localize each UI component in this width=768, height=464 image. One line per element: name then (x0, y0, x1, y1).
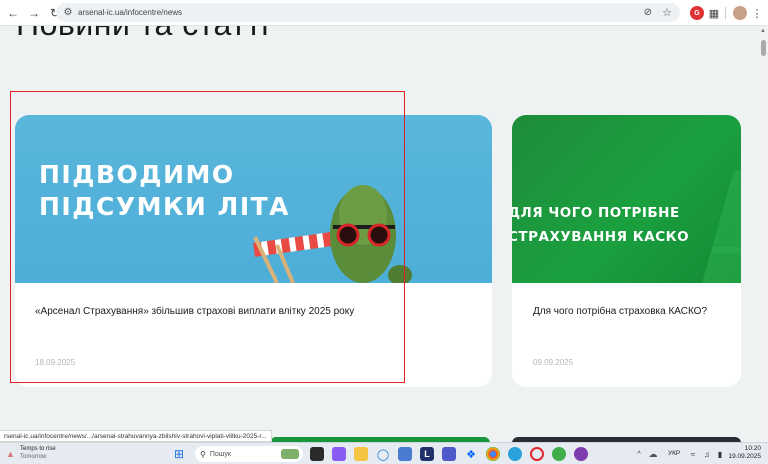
task-view-icon[interactable] (310, 447, 324, 461)
tray-chevron-icon[interactable]: ^ (632, 447, 646, 461)
toolbar-divider (725, 7, 726, 19)
language-indicator[interactable]: УКР (668, 450, 680, 457)
utorrent-icon[interactable] (552, 447, 566, 461)
url-text[interactable]: arsenal-ic.ua/infocentre/news (78, 8, 182, 17)
clock-time: 10:20 (744, 445, 761, 452)
wifi-icon[interactable]: ≈ (686, 447, 700, 461)
weather-title: Temps to rise (20, 446, 56, 452)
address-bar[interactable]: ⚙ arsenal-ic.ua/infocentre/news ⊘ ☆ (56, 3, 680, 22)
battery-icon[interactable]: ▮ (713, 447, 727, 461)
thermometer-icon: ▲ (6, 448, 15, 459)
opera-icon[interactable] (530, 447, 544, 461)
volume-icon[interactable]: ♫ (700, 447, 714, 461)
news-card[interactable]: ДЛЯ ЧОГО ПОТРІБНЕ СТРАХУВАННЯ КАСКО Для … (512, 115, 741, 387)
teams-icon[interactable] (442, 447, 456, 461)
star-icon[interactable]: ☆ (662, 6, 672, 19)
news-card-date: 18.09.2025 (35, 358, 76, 367)
news-card-image[interactable]: ДЛЯ ЧОГО ПОТРІБНЕ СТРАХУВАННЯ КАСКО (512, 115, 741, 283)
page-scrollbar[interactable]: ▲ (759, 26, 768, 438)
search-placeholder: Пошук (209, 450, 231, 458)
windows-taskbar: ▲ Temps to rise Tomorrow ⊞ ⚲ Пошук ◯ L ❖… (0, 442, 768, 464)
windows-start-icon[interactable]: ⊞ (172, 447, 186, 461)
extension-badge-icon[interactable]: G (690, 6, 704, 20)
menu-icon[interactable]: ⋮ (750, 6, 764, 20)
edge-icon[interactable]: ◯ (376, 447, 390, 461)
scrollbar-thumb[interactable] (761, 40, 766, 56)
search-highlight-icon (281, 449, 299, 459)
news-card-title[interactable]: Для чого потрібна страховка КАСКО? (533, 305, 707, 319)
clock-date: 19.09.2025 (728, 453, 761, 460)
back-icon[interactable]: ← (4, 4, 22, 22)
eye-off-icon[interactable]: ⊘ (644, 7, 652, 18)
weather-subtitle: Tomorrow (20, 453, 47, 460)
puzzle-icon[interactable]: ▦ (707, 6, 721, 20)
taskbar-clock[interactable]: 10:20 19.09.2025 (728, 445, 761, 461)
browser-toolbar: ← → ↻ ⚙ arsenal-ic.ua/infocentre/news ⊘ … (0, 0, 768, 26)
beach-chair-illustration (253, 185, 412, 283)
profile-avatar[interactable] (733, 6, 747, 20)
scroll-up-icon[interactable]: ▲ (760, 28, 766, 34)
store-icon[interactable] (398, 447, 412, 461)
news-card-date: 09.09.2025 (533, 358, 574, 367)
cloud-icon[interactable]: ☁ (646, 447, 660, 461)
news-card-image-text: ДЛЯ ЧОГО ПОТРІБНЕ СТРАХУВАННЯ КАСКО (512, 205, 690, 245)
viber-icon[interactable] (574, 447, 588, 461)
news-card[interactable]: ПІДВОДИМО ПІДСУМКИ ЛІТА «Арсенал Страхув… (15, 115, 492, 387)
news-card-title[interactable]: «Арсенал Страхування» збільшив страхові … (35, 305, 354, 319)
l-app-icon[interactable]: L (420, 447, 434, 461)
search-icon: ⚲ (200, 449, 206, 459)
link-status-bar: rsenal-ic.ua/infocentre/news/.../arsenal… (0, 430, 272, 442)
weather-widget[interactable]: ▲ Temps to rise Tomorrow (6, 446, 56, 461)
chrome-icon[interactable] (486, 447, 500, 461)
site-settings-icon[interactable]: ⚙ (62, 7, 74, 19)
copilot-icon[interactable] (332, 447, 346, 461)
logo-watermark (702, 170, 741, 283)
telegram-icon[interactable] (508, 447, 522, 461)
taskbar-search[interactable]: ⚲ Пошук (195, 446, 303, 462)
dropbox-icon[interactable]: ❖ (464, 447, 478, 461)
forward-icon[interactable]: → (25, 4, 43, 22)
file-explorer-icon[interactable] (354, 447, 368, 461)
news-card-image[interactable]: ПІДВОДИМО ПІДСУМКИ ЛІТА (15, 115, 492, 283)
